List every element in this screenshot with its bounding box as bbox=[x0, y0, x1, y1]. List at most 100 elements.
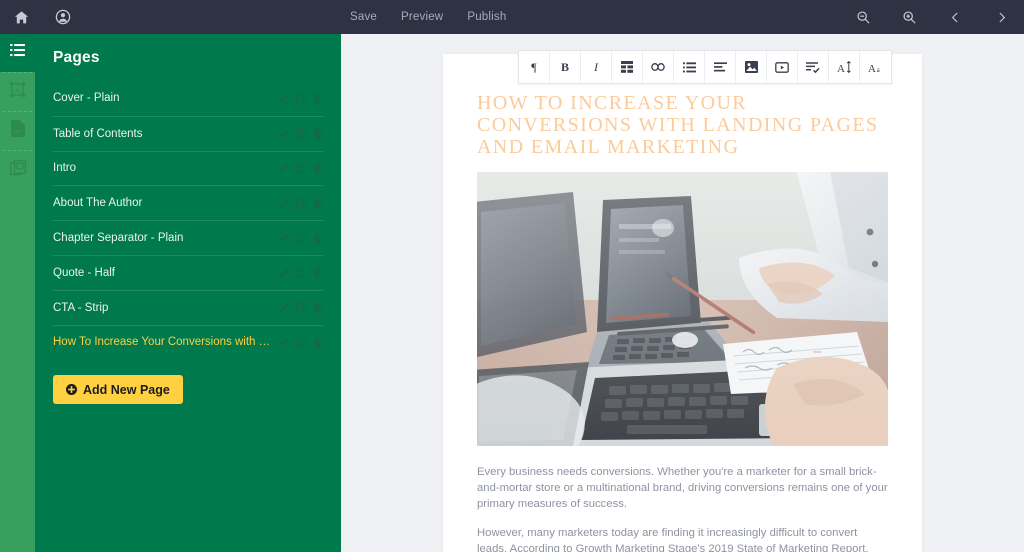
delete-page-icon[interactable] bbox=[313, 336, 323, 348]
document-paragraph[interactable]: Every business needs conversions. Whethe… bbox=[477, 464, 888, 513]
svg-text:a: a bbox=[877, 66, 881, 73]
duplicate-page-icon[interactable] bbox=[296, 232, 306, 244]
list-icon bbox=[10, 44, 25, 62]
pilcrow-icon: ¶ bbox=[531, 59, 537, 74]
document-page[interactable]: How To Increase Your Conversions with La… bbox=[443, 54, 922, 552]
edit-page-icon[interactable] bbox=[279, 336, 289, 348]
document-title[interactable]: How To Increase Your Conversions with La… bbox=[477, 92, 888, 158]
image-tool[interactable] bbox=[736, 51, 767, 83]
list-item[interactable]: Quote - Half bbox=[53, 254, 323, 290]
zoom-out-icon[interactable] bbox=[850, 4, 876, 30]
edit-page-icon[interactable] bbox=[279, 162, 289, 174]
row-actions bbox=[279, 162, 323, 174]
delete-page-icon[interactable] bbox=[313, 302, 323, 314]
italic-tool[interactable]: I bbox=[581, 51, 612, 83]
bullet-list-icon bbox=[682, 61, 696, 73]
home-icon[interactable] bbox=[8, 4, 34, 30]
paragraph-tool[interactable]: ¶ bbox=[519, 51, 550, 83]
list-tool[interactable] bbox=[674, 51, 705, 83]
delete-page-icon[interactable] bbox=[313, 232, 323, 244]
save-button[interactable]: Save bbox=[350, 11, 377, 23]
duplicate-page-icon[interactable] bbox=[296, 92, 306, 104]
row-actions bbox=[279, 92, 323, 104]
row-actions bbox=[279, 336, 323, 348]
form-tool[interactable] bbox=[798, 51, 829, 83]
align-tool[interactable] bbox=[705, 51, 736, 83]
editor-toolbar: ¶ B I A A a bbox=[518, 50, 892, 84]
italic-icon: I bbox=[594, 59, 598, 74]
row-actions bbox=[279, 302, 323, 314]
link-tool[interactable] bbox=[643, 51, 674, 83]
list-item[interactable]: Intro bbox=[53, 150, 323, 186]
rail-item-layers[interactable] bbox=[0, 151, 35, 189]
page-item-label: Quote - Half bbox=[53, 266, 115, 279]
row-actions bbox=[279, 232, 323, 244]
zoom-in-icon[interactable] bbox=[896, 4, 922, 30]
file-icon bbox=[10, 120, 25, 142]
top-bar-actions: Save Preview Publish bbox=[350, 0, 506, 34]
previous-page-icon[interactable] bbox=[942, 4, 968, 30]
list-item[interactable]: Cover - Plain bbox=[53, 81, 323, 116]
bold-icon: B bbox=[560, 59, 569, 74]
editor-canvas: How To Increase Your Conversions with La… bbox=[341, 34, 1024, 552]
delete-page-icon[interactable] bbox=[313, 197, 323, 209]
font-icon: Aa bbox=[868, 61, 883, 73]
page-item-label: CTA - Strip bbox=[53, 301, 109, 314]
font-tool[interactable]: Aa bbox=[860, 51, 891, 83]
app-root: Save Preview Publish A Pages Cover - Pla… bbox=[0, 0, 1024, 552]
page-item-label: Table of Contents bbox=[53, 127, 143, 140]
duplicate-page-icon[interactable] bbox=[296, 128, 306, 140]
artboard-icon: A bbox=[9, 81, 26, 103]
account-icon[interactable] bbox=[50, 4, 76, 30]
rail-item-pages[interactable] bbox=[0, 34, 35, 72]
edit-page-icon[interactable] bbox=[279, 302, 289, 314]
add-new-page-button[interactable]: Add New Page bbox=[53, 375, 183, 405]
video-tool[interactable] bbox=[767, 51, 798, 83]
pages-list: Cover - Plain Table of Contents Intro Ab… bbox=[35, 81, 341, 359]
duplicate-page-icon[interactable] bbox=[296, 302, 306, 314]
add-new-page-label: Add New Page bbox=[83, 382, 170, 397]
publish-button[interactable]: Publish bbox=[467, 11, 506, 23]
row-actions bbox=[279, 128, 323, 140]
delete-page-icon[interactable] bbox=[313, 128, 323, 140]
align-left-icon bbox=[713, 62, 727, 72]
delete-page-icon[interactable] bbox=[313, 92, 323, 104]
list-item[interactable]: CTA - Strip bbox=[53, 289, 323, 325]
delete-page-icon[interactable] bbox=[313, 267, 323, 279]
page-item-label: About The Author bbox=[53, 197, 143, 210]
edit-page-icon[interactable] bbox=[279, 267, 289, 279]
list-item[interactable]: Chapter Separator - Plain bbox=[53, 220, 323, 255]
next-page-icon[interactable] bbox=[988, 4, 1014, 30]
left-icon-rail: A bbox=[0, 34, 35, 552]
edit-page-icon[interactable] bbox=[279, 232, 289, 244]
document-paragraph[interactable]: However, many marketers today are findin… bbox=[477, 525, 888, 552]
list-item[interactable]: How To Increase Your Conversions with La… bbox=[53, 324, 323, 360]
duplicate-page-icon[interactable] bbox=[296, 267, 306, 279]
rail-item-document[interactable] bbox=[0, 112, 35, 150]
image-icon bbox=[744, 61, 758, 73]
text-size-tool[interactable]: A bbox=[829, 51, 860, 83]
table-tool[interactable] bbox=[612, 51, 643, 83]
bold-tool[interactable]: B bbox=[550, 51, 581, 83]
list-item[interactable]: About The Author bbox=[53, 185, 323, 220]
top-bar: Save Preview Publish bbox=[0, 0, 1024, 34]
layers-icon bbox=[9, 159, 26, 181]
page-item-label: How To Increase Your Conversions with La… bbox=[53, 336, 279, 349]
table-icon bbox=[621, 61, 633, 73]
preview-button[interactable]: Preview bbox=[401, 11, 443, 23]
rail-item-design[interactable]: A bbox=[0, 73, 35, 111]
document-image[interactable] bbox=[477, 172, 888, 446]
list-item[interactable]: Table of Contents bbox=[53, 115, 323, 151]
svg-text:A: A bbox=[15, 87, 20, 94]
duplicate-page-icon[interactable] bbox=[296, 336, 306, 348]
delete-page-icon[interactable] bbox=[313, 162, 323, 174]
text-height-icon: A bbox=[837, 61, 851, 73]
edit-page-icon[interactable] bbox=[279, 92, 289, 104]
duplicate-page-icon[interactable] bbox=[296, 197, 306, 209]
duplicate-page-icon[interactable] bbox=[296, 162, 306, 174]
edit-page-icon[interactable] bbox=[279, 197, 289, 209]
edit-page-icon[interactable] bbox=[279, 128, 289, 140]
svg-text:A: A bbox=[868, 63, 876, 73]
row-actions bbox=[279, 197, 323, 209]
top-bar-right-icons bbox=[850, 0, 1014, 34]
